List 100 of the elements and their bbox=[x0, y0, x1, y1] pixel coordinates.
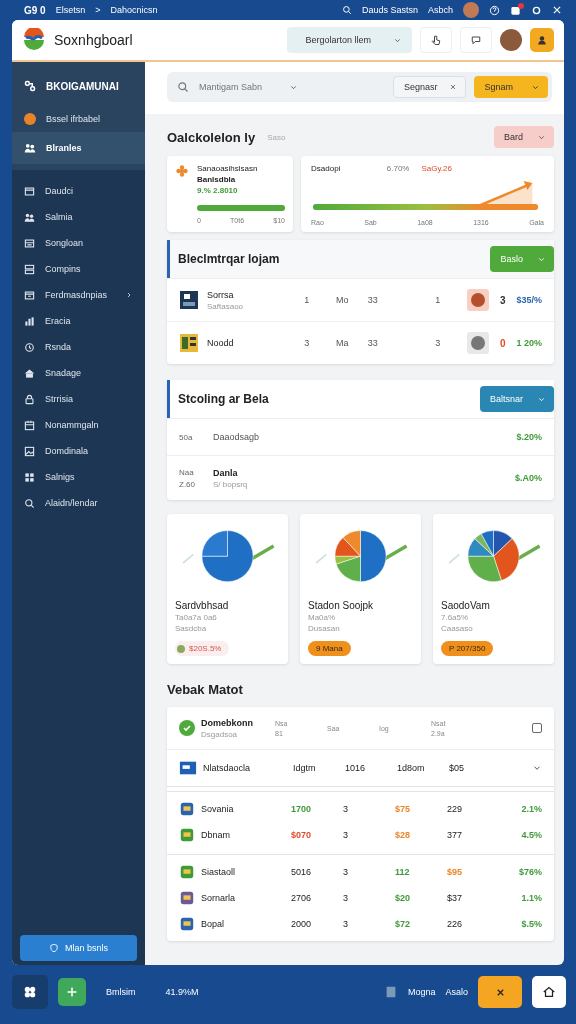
sidebar-item[interactable]: Blranles bbox=[12, 132, 145, 164]
count-value: 0 bbox=[499, 337, 506, 349]
grid-icon bbox=[23, 985, 37, 999]
user-button[interactable] bbox=[530, 28, 554, 52]
sidebar-item[interactable]: Strrisia bbox=[12, 386, 145, 412]
notification-icon[interactable] bbox=[510, 4, 521, 16]
table-cell: 3 bbox=[343, 919, 348, 929]
user-name: Dauds Sastsn bbox=[361, 5, 418, 15]
app-title: Soxnhgboarl bbox=[54, 32, 133, 48]
help-icon[interactable] bbox=[489, 4, 500, 16]
search-field[interactable]: Mantigam Sabn bbox=[197, 81, 281, 93]
change-value: $35/% bbox=[516, 295, 543, 305]
table-cell: 226 bbox=[447, 919, 463, 929]
logo-mark-icon bbox=[24, 80, 36, 92]
row-name: Noodd bbox=[207, 338, 235, 348]
person-icon bbox=[536, 34, 548, 46]
sidebar-item[interactable]: Nonammgaln bbox=[12, 412, 145, 438]
sidebar-item[interactable]: Eracia bbox=[12, 308, 145, 334]
house-icon bbox=[24, 367, 35, 379]
action-dropdown[interactable]: Sgnam bbox=[474, 76, 548, 98]
sidebar-item[interactable]: Snadage bbox=[12, 360, 145, 386]
panel-title: Stcoling ar Bela bbox=[178, 392, 270, 406]
card-subtitle: Banlsdbla bbox=[197, 175, 237, 184]
table-cell: 3 bbox=[343, 804, 348, 814]
tray-icon bbox=[24, 289, 35, 301]
dock-link[interactable]: Mogna bbox=[407, 987, 436, 997]
table-cell: $72 bbox=[395, 919, 411, 929]
chat-button[interactable] bbox=[460, 27, 492, 53]
card-detail: Dusasan bbox=[308, 624, 341, 633]
apps-button[interactable] bbox=[12, 975, 48, 1009]
period-dropdown[interactable]: Bard bbox=[494, 126, 554, 148]
avatar[interactable] bbox=[463, 2, 479, 18]
table-cell-text: Ma bbox=[335, 338, 350, 348]
table-cell: 112 bbox=[395, 867, 410, 877]
card-detail: Ta0a7a 0a6 bbox=[175, 613, 218, 622]
home-button[interactable] bbox=[532, 976, 566, 1008]
search-icon bbox=[177, 81, 189, 93]
pointer-button[interactable] bbox=[420, 27, 452, 53]
row-subtitle: S/ bopsrq bbox=[213, 479, 248, 489]
table-cell: $75 bbox=[395, 804, 411, 814]
row-code: Z.60 bbox=[179, 479, 196, 489]
panel-title: Bleclmtrqar lojam bbox=[178, 252, 281, 266]
avatar bbox=[470, 293, 485, 307]
table-cell-text: Mo bbox=[335, 295, 350, 305]
sidebar-item[interactable]: Ferdmasdnpias bbox=[12, 282, 145, 308]
table-title: Domebkonn bbox=[201, 717, 254, 728]
breadcrumb-link[interactable]: Elsetsn bbox=[55, 5, 86, 15]
row-name: Nlatsdaocla bbox=[203, 763, 252, 773]
sidebar-item[interactable]: Compins bbox=[12, 256, 145, 282]
card-icon bbox=[24, 237, 35, 249]
close-icon[interactable] bbox=[552, 5, 562, 15]
table-cell-text: 33 bbox=[367, 295, 379, 305]
add-button[interactable] bbox=[58, 978, 86, 1006]
project-dropdown[interactable]: Bergolarton llem bbox=[287, 27, 412, 53]
dock-value: 41.9%M bbox=[165, 987, 199, 997]
chat-icon bbox=[470, 34, 482, 46]
table-cell: $95 bbox=[447, 867, 463, 877]
table-cell-text: 1 bbox=[435, 295, 442, 305]
row-code: Naa bbox=[179, 467, 195, 477]
checkbox[interactable] bbox=[532, 723, 542, 733]
avatar bbox=[470, 336, 485, 350]
table-cell-text: 1d8om bbox=[397, 763, 426, 773]
sidebar-button[interactable]: Mlan bsnls bbox=[20, 935, 137, 961]
close-icon bbox=[449, 83, 458, 91]
breadcrumb-link[interactable]: Dahocnicsn bbox=[110, 5, 158, 15]
card-title: SaodoVam bbox=[441, 600, 491, 611]
table-cell-text: 3 bbox=[435, 338, 442, 348]
change-value: 6.70% bbox=[386, 164, 410, 173]
sidebar-item[interactable]: Salnigs bbox=[12, 464, 145, 490]
sidebar-item[interactable]: Domdinala bbox=[12, 438, 145, 464]
dock-link[interactable]: Asalo bbox=[445, 987, 468, 997]
close-button[interactable] bbox=[478, 976, 522, 1008]
people-icon bbox=[24, 211, 35, 223]
card-detail: 7.6a5% bbox=[441, 613, 470, 622]
table-cell: 229 bbox=[447, 804, 463, 814]
sidebar-item[interactable]: Alaidn/lendar bbox=[12, 490, 145, 516]
filter-dropdown[interactable]: Segnasr bbox=[392, 76, 467, 98]
clock-icon bbox=[24, 341, 35, 353]
chart-icon bbox=[24, 315, 35, 327]
sidebar-item[interactable]: Songloan bbox=[12, 230, 145, 256]
sidebar-title: BKOIGAMUNAI bbox=[46, 80, 119, 92]
card-value: 9.% 2.8010 bbox=[197, 186, 239, 195]
table-cell: 1700 bbox=[291, 804, 312, 814]
table-cell: 1.1% bbox=[521, 893, 542, 903]
status-badge: P 207/350 bbox=[441, 641, 494, 656]
ledger-icon bbox=[179, 333, 199, 353]
document-icon bbox=[179, 290, 199, 310]
status-badge: $20S.5% bbox=[175, 641, 230, 656]
sidebar-item[interactable]: Daudci bbox=[12, 178, 145, 204]
row-name: Danla bbox=[213, 467, 239, 478]
table-cell: 3 bbox=[343, 830, 348, 840]
sidebar-item[interactable]: Salmia bbox=[12, 204, 145, 230]
avatar[interactable] bbox=[500, 29, 522, 51]
row-value: $.20% bbox=[516, 432, 542, 442]
section-title: Oalckolelon ly bbox=[167, 129, 256, 145]
table-cell: 4.5% bbox=[521, 830, 542, 840]
search-icon[interactable] bbox=[341, 5, 352, 15]
sidebar-item[interactable]: Rsnda bbox=[12, 334, 145, 360]
filter-dropdown[interactable]: Baltsnar bbox=[479, 386, 554, 412]
sidebar-item[interactable]: Bssel ifrbabel bbox=[12, 106, 145, 132]
